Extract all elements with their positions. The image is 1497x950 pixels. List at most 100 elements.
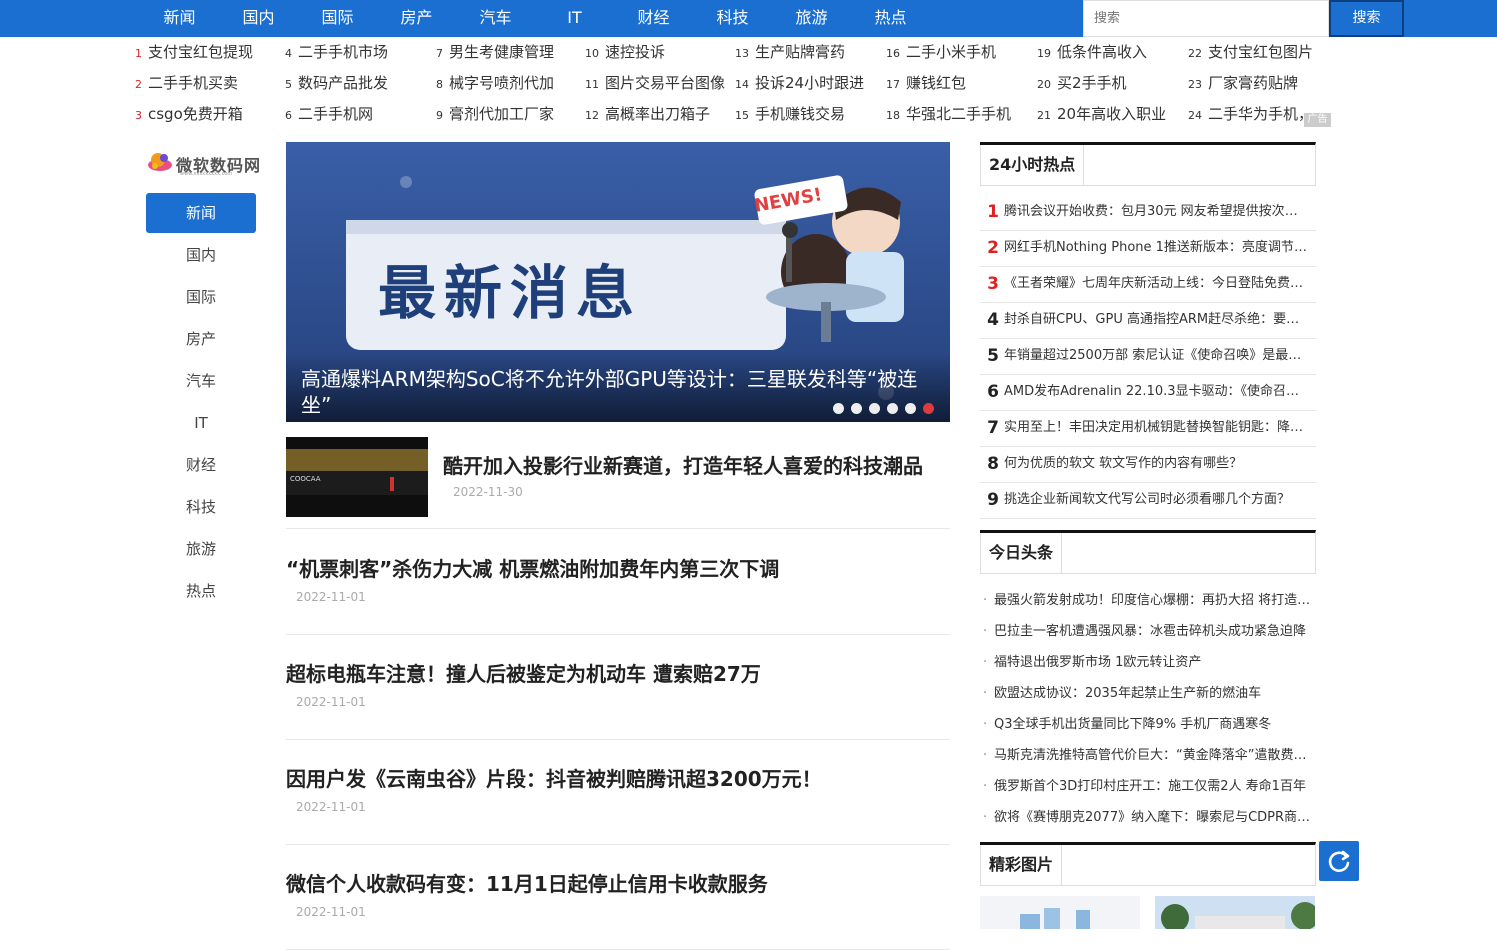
article-title[interactable]: “机票刺客”杀伤力大减 机票燃油附加费年内第三次下调: [286, 553, 779, 582]
hot24-item[interactable]: 6 AMD发布Adrenalin 22.10.3显卡驱动：《使命召唤》支持: [980, 375, 1316, 411]
keyword-link[interactable]: 22 支付宝红包图片: [1188, 40, 1333, 71]
nav-item[interactable]: 科技: [693, 0, 772, 37]
carousel-dot[interactable]: [887, 403, 898, 414]
search-button[interactable]: 搜索: [1329, 0, 1404, 37]
keyword-link[interactable]: 19 低条件高收入: [1037, 40, 1182, 71]
carousel-dot[interactable]: [851, 403, 862, 414]
keyword-link[interactable]: 11 图片交易平台图像: [585, 71, 730, 102]
headline-item[interactable]: · 巴拉圭一客机遭遇强风暴：冰雹击碎机头成功紧急迫降: [983, 616, 1317, 647]
carousel-dot-active[interactable]: [923, 403, 934, 414]
nav-item[interactable]: 国际: [298, 0, 377, 37]
headline-item[interactable]: · 马斯克清洗推特高管代价巨大：“黄金降落伞”遣散费超亿美元: [983, 740, 1317, 771]
feature-article[interactable]: COOCAA 酷开加入投影行业新赛道，打造年轻人喜爱的科技潮品 2022-11-…: [286, 437, 950, 529]
keyword-link[interactable]: 1 支付宝红包提现: [135, 40, 280, 71]
headline-item[interactable]: · Q3全球手机出货量同比下降9% 手机厂商遇寒冬: [983, 709, 1317, 740]
keyword-link[interactable]: 13 生产贴牌膏药: [735, 40, 880, 71]
article-title[interactable]: 超标电瓶车注意！撞人后被鉴定为机动车 遭索赔27万: [286, 658, 761, 687]
article-title[interactable]: 微信个人收款码有变：11月1日起停止信用卡收款服务: [286, 868, 768, 897]
article-title[interactable]: 因用户发《云南虫谷》片段：抖音被判赔腾讯超3200万元！: [286, 763, 822, 792]
article-item[interactable]: “机票刺客”杀伤力大减 机票燃油附加费年内第三次下调 2022-11-01: [286, 530, 950, 635]
keyword-link[interactable]: 16 二手小米手机: [886, 40, 1031, 71]
article-item[interactable]: 因用户发《云南虫谷》片段：抖音被判赔腾讯超3200万元！ 2022-11-01: [286, 740, 950, 845]
hot24-item[interactable]: 3 《王者荣耀》七周年庆新活动上线：今日登陆免费领皮肤: [980, 267, 1316, 303]
keyword-text: 械字号喷剂代加: [449, 74, 555, 92]
nav-item[interactable]: 国内: [219, 0, 298, 37]
keyword-link[interactable]: 14 投诉24小时跟进: [735, 71, 880, 102]
headline-item[interactable]: · 欧盟达成协议：2035年起禁止生产新的燃油车: [983, 678, 1317, 709]
headline-item[interactable]: · 欲将《赛博朋克2077》纳入麾下：曝索尼与CDPR商讨合作: [983, 802, 1317, 833]
headline-item[interactable]: · 福特退出俄罗斯市场 1欧元转让资产: [983, 647, 1317, 678]
nav-item[interactable]: IT: [535, 0, 614, 37]
keyword-link[interactable]: 2 二手手机买卖: [135, 71, 280, 102]
keyword-link[interactable]: 9 膏剂代加工厂家: [436, 102, 581, 133]
hot24-header: 24小时热点: [980, 142, 1316, 186]
nav-item[interactable]: 汽车: [456, 0, 535, 37]
keyword-text: 图片交易平台图像: [605, 74, 726, 92]
keyword-link[interactable]: 7 男生考健康管理: [436, 40, 581, 71]
keyword-link[interactable]: 15 手机赚钱交易: [735, 102, 880, 133]
headline-text: 欧盟达成协议：2035年起禁止生产新的燃油车: [994, 686, 1262, 701]
keyword-link[interactable]: 6 二手手机网: [285, 102, 430, 133]
hot24-item[interactable]: 4 封杀自研CPU、GPU 高通指控ARM赶尽杀绝：要求合作伙伴: [980, 303, 1316, 339]
headline-item[interactable]: · 最强火箭发射成功！印度信心爆棚：再扔大招 将打造可回收火箭: [983, 585, 1317, 616]
hot24-item[interactable]: 5 年销量超过2500万部 索尼认证《使命召唤》是最畅销游戏: [980, 339, 1316, 375]
side-nav-item[interactable]: 科技: [146, 487, 256, 527]
search-input[interactable]: [1083, 0, 1329, 37]
hot24-item[interactable]: 1 腾讯会议开始收费：包月30元 网友希望提供按次收费: [980, 195, 1316, 231]
side-nav-item[interactable]: 新闻: [146, 193, 256, 233]
side-nav-item[interactable]: 房产: [146, 319, 256, 359]
keyword-link[interactable]: 3 csgo免费开箱: [135, 102, 280, 133]
keyword-number: 23: [1188, 78, 1202, 91]
nav-item[interactable]: 房产: [377, 0, 456, 37]
carousel-dot[interactable]: [905, 403, 916, 414]
keyword-link[interactable]: 5 数码产品批发: [285, 71, 430, 102]
headline-text: 福特退出俄罗斯市场 1欧元转让资产: [994, 655, 1202, 670]
keyword-link[interactable]: 17 赚钱红包: [886, 71, 1031, 102]
nav-item[interactable]: 财经: [614, 0, 693, 37]
picture-thumb[interactable]: [1155, 896, 1315, 929]
site-logo[interactable]: 微软数码网 www.xxxxxxxxx.com: [146, 148, 261, 180]
side-nav-item[interactable]: 热点: [146, 571, 256, 611]
side-nav-item[interactable]: IT: [146, 403, 256, 443]
nav-item[interactable]: 新闻: [140, 0, 219, 37]
hot24-item[interactable]: 2 网红手机Nothing Phone 1推送新版本：亮度调节功能优化: [980, 231, 1316, 267]
keyword-link[interactable]: 4 二手手机市场: [285, 40, 430, 71]
keyword-link[interactable]: 8 械字号喷剂代加: [436, 71, 581, 102]
keyword-link[interactable]: 20 买2手手机: [1037, 71, 1182, 102]
carousel-dot[interactable]: [833, 403, 844, 414]
side-nav-item[interactable]: 旅游: [146, 529, 256, 569]
side-nav: 新闻 国内 国际 房产 汽车 IT 财经 科技 旅游 热点: [146, 193, 256, 613]
refresh-button[interactable]: [1319, 841, 1359, 881]
hero-banner[interactable]: 最新消息 NEWS! 高通爆料ARM架构SoC将不允许外部GPU等设计：三星联发…: [286, 142, 950, 422]
side-nav-item[interactable]: 国内: [146, 235, 256, 275]
keyword-number: 16: [886, 47, 900, 60]
headline-text: Q3全球手机出货量同比下降9% 手机厂商遇寒冬: [994, 717, 1272, 732]
keyword-link[interactable]: 18 华强北二手手机: [886, 102, 1031, 133]
side-nav-item[interactable]: 财经: [146, 445, 256, 485]
keyword-text: 高概率出刀箱子: [605, 105, 711, 123]
feature-thumbnail[interactable]: COOCAA: [286, 437, 428, 517]
side-nav-item[interactable]: 汽车: [146, 361, 256, 401]
keyword-link[interactable]: 21 20年高收入职业: [1037, 102, 1182, 133]
nav-item[interactable]: 旅游: [772, 0, 851, 37]
side-nav-item[interactable]: 国际: [146, 277, 256, 317]
article-item[interactable]: 微信个人收款码有变：11月1日起停止信用卡收款服务 2022-11-01: [286, 845, 950, 950]
hero-banner-text: 最新消息: [378, 259, 643, 327]
feature-title[interactable]: 酷开加入投影行业新赛道，打造年轻人喜爱的科技潮品: [443, 450, 923, 479]
hot24-item[interactable]: 9 挑选企业新闻软文代写公司时必须看哪几个方面？: [980, 483, 1316, 519]
keyword-link[interactable]: 10 速控投诉: [585, 40, 730, 71]
keyword-number: 15: [735, 109, 749, 122]
hot24-item[interactable]: 7 实用至上！丰田决定用机械钥匙替换智能钥匙：降低成本: [980, 411, 1316, 447]
hot24-title-text: 网红手机Nothing Phone 1推送新版本：亮度调节功能优化: [1004, 240, 1309, 255]
hot24-item[interactable]: 8 何为优质的软文 软文写作的内容有哪些？: [980, 447, 1316, 483]
nav-item[interactable]: 热点: [851, 0, 930, 37]
article-item[interactable]: 超标电瓶车注意！撞人后被鉴定为机动车 遭索赔27万 2022-11-01: [286, 635, 950, 740]
picture-thumb[interactable]: [980, 896, 1140, 929]
keyword-link[interactable]: 23 厂家膏药贴牌: [1188, 71, 1333, 102]
headline-item[interactable]: · 俄罗斯首个3D打印村庄开工：施工仅需2人 寿命1百年: [983, 771, 1317, 802]
refresh-icon: [1328, 850, 1350, 873]
rank-number: 1: [987, 202, 999, 222]
bullet-icon: ·: [983, 624, 988, 639]
keyword-link[interactable]: 12 高概率出刀箱子: [585, 102, 730, 133]
carousel-dot[interactable]: [869, 403, 880, 414]
